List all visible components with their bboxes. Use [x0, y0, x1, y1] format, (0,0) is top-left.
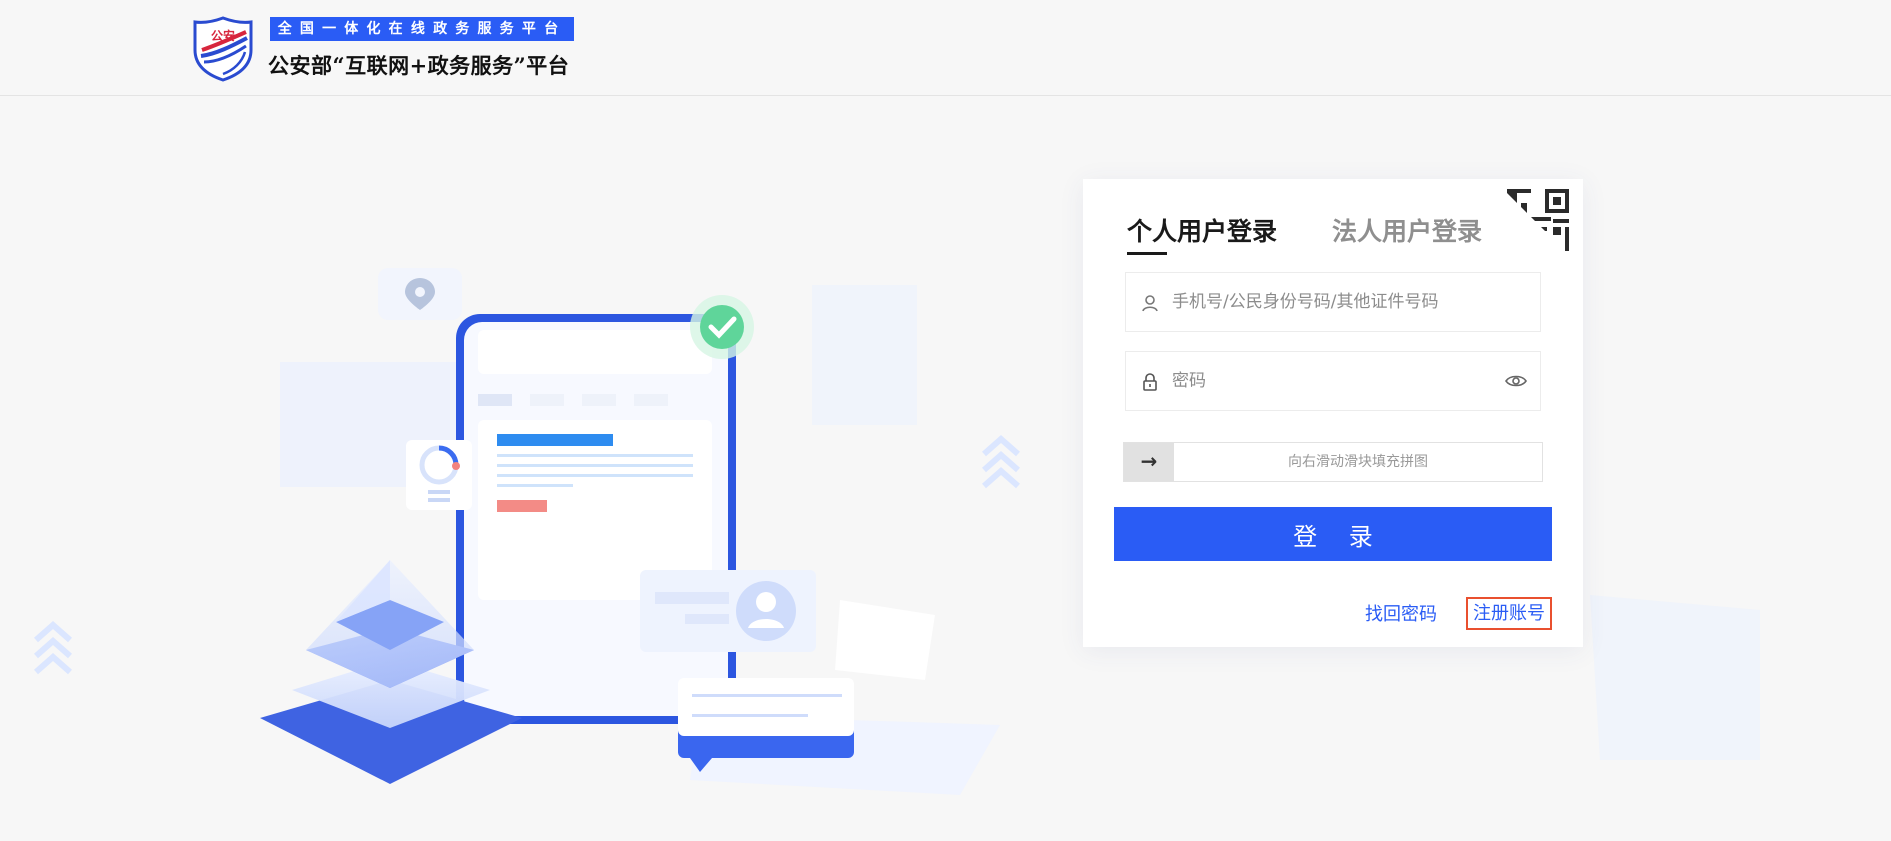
- login-button[interactable]: 登 录: [1114, 507, 1552, 561]
- lock-icon: [1140, 372, 1160, 392]
- phone-graphic: [456, 314, 736, 724]
- chevron-decoration-right-icon: [982, 434, 1020, 489]
- chevron-decoration-left-icon: [34, 620, 72, 675]
- progress-card: [406, 440, 472, 510]
- account-input[interactable]: [1172, 273, 1512, 331]
- user-icon: [1140, 293, 1160, 313]
- hero-illustration: [0, 97, 1891, 837]
- platform-name: 公安部“互联网+政务服务”平台: [268, 53, 570, 78]
- slider-handle[interactable]: →: [1124, 443, 1174, 481]
- contact-card: [640, 570, 816, 652]
- chat-bubble: [678, 678, 854, 772]
- police-shield-logo-icon: 公安: [192, 16, 254, 82]
- tab-personal-login[interactable]: 个人用户登录: [1127, 212, 1277, 248]
- qr-code-icon: [1493, 179, 1583, 269]
- platform-slogan: 全国一体化在线政务服务平台: [270, 17, 574, 41]
- location-pin-icon: [378, 268, 462, 320]
- password-input[interactable]: [1172, 352, 1512, 410]
- register-account-link[interactable]: 注册账号: [1466, 597, 1552, 630]
- account-field: [1125, 272, 1541, 332]
- forgot-password-link[interactable]: 找回密码: [1365, 600, 1437, 626]
- slider-hint: 向右滑动滑块填充拼图: [1288, 454, 1428, 470]
- login-card: 个人用户登录 法人用户登录 → 向: [1083, 179, 1583, 647]
- qr-login-toggle[interactable]: [1493, 179, 1583, 269]
- tab-legal-entity-login[interactable]: 法人用户登录: [1332, 212, 1482, 248]
- site-header: 公安 全国一体化在线政务服务平台 公安部“互联网+政务服务”平台: [0, 0, 1891, 96]
- password-field: [1125, 351, 1541, 411]
- slider-captcha: → 向右滑动滑块填充拼图: [1123, 442, 1543, 482]
- eye-icon[interactable]: [1504, 371, 1528, 391]
- success-check-icon: [690, 295, 754, 359]
- active-tab-indicator: [1127, 252, 1167, 255]
